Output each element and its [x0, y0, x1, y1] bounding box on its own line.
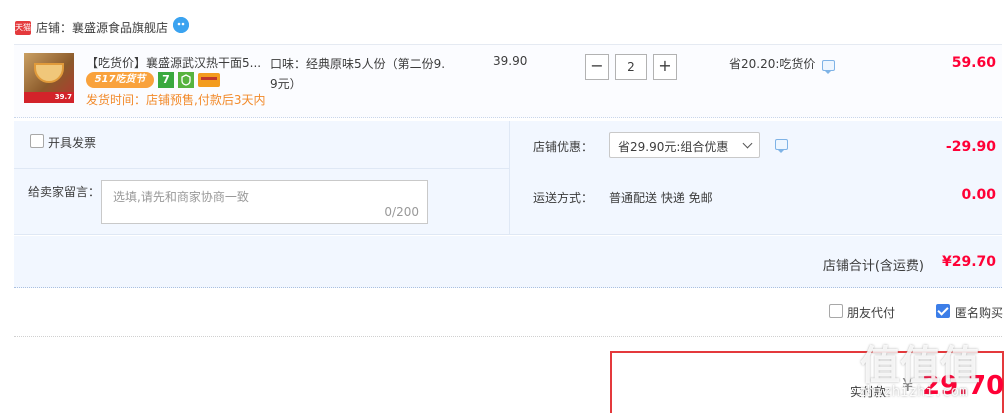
shop-discount-select[interactable]: 省29.90元:组合优惠: [609, 132, 760, 158]
chevron-down-icon: [742, 138, 753, 149]
quantity-increase-button[interactable]: +: [653, 54, 677, 80]
anonymous-purchase-label: 匿名购买: [955, 306, 1004, 320]
shipping-label: 运送方式：: [533, 191, 594, 205]
shipping-time-text: 发货时间：店铺预售,付款后3天内: [86, 93, 266, 107]
friend-pay-checkbox[interactable]: [829, 304, 843, 318]
watermark-logo: 值值值: [860, 343, 980, 389]
shipping-fee: 0.00: [961, 187, 996, 203]
anonymous-purchase-checkbox[interactable]: [936, 304, 950, 318]
discount-info-icon[interactable]: [822, 60, 835, 74]
badge-credit-card-icon: [198, 73, 220, 87]
sku-line-1: 口味：经典原味5人份（第二份9.: [270, 57, 446, 71]
shop-discount-amount: -29.90: [945, 139, 996, 155]
friend-pay-label: 朋友代付: [847, 306, 896, 320]
shop-discount-selected: 省29.90元:组合优惠: [618, 140, 729, 154]
sku-spec: 口味：经典原味5人份（第二份9. 9元）: [270, 54, 460, 94]
badge-guarantee-icon: [178, 72, 194, 88]
invoice-checkbox[interactable]: [30, 134, 44, 148]
item-subtotal: 59.60: [951, 55, 996, 71]
shop-total-row: 店铺合计(含运费) ¥29.70: [14, 236, 1002, 288]
wangwang-chat-icon[interactable]: [173, 17, 189, 33]
badge-7-day-return-icon: 7: [158, 72, 174, 88]
sku-line-2: 9元）: [270, 77, 302, 91]
shipping-method: 普通配送 快递 免邮: [609, 191, 713, 205]
shop-name-link[interactable]: 店铺：襄盛源食品旗舰店: [36, 19, 168, 36]
message-placeholder: 选填,请先和商家协商一致: [113, 190, 249, 204]
badge-517-foodie-festival: 517吃货节: [86, 72, 154, 88]
shop-total-label: 店铺合计(含运费): [822, 259, 924, 274]
order-options-panel: 开具发票 给卖家留言： 选填,请先和商家协商一致 0/200 店铺优惠： 省29…: [14, 121, 1002, 235]
invoice-label: 开具发票: [48, 136, 97, 150]
message-label: 给卖家留言：: [28, 185, 101, 199]
seller-message-input[interactable]: 选填,请先和商家协商一致 0/200: [101, 180, 428, 224]
thumbnail-price-tag: 39.7: [24, 92, 74, 103]
unit-price: 39.90: [493, 54, 528, 68]
message-char-count: 0/200: [384, 205, 419, 219]
order-item-row: 39.7 【吃货价】襄盛源武汉热干面5... 517吃货节 7 发货时间：店铺预…: [14, 44, 1002, 118]
discount-info-icon-2[interactable]: [775, 139, 788, 153]
shop-discount-label: 店铺优惠：: [533, 140, 594, 154]
product-title-link[interactable]: 【吃货价】襄盛源武汉热干面5...: [86, 54, 261, 71]
tmall-badge: 天猫: [15, 21, 31, 35]
product-thumbnail[interactable]: 39.7: [24, 53, 74, 103]
shop-total-value: ¥29.70: [941, 254, 996, 270]
quantity-input[interactable]: 2: [615, 54, 647, 80]
quantity-decrease-button[interactable]: −: [585, 54, 609, 80]
item-discount-text: 省20.20:吃货价: [729, 57, 816, 71]
watermark-url: zhizhizhi.com: [858, 384, 968, 400]
